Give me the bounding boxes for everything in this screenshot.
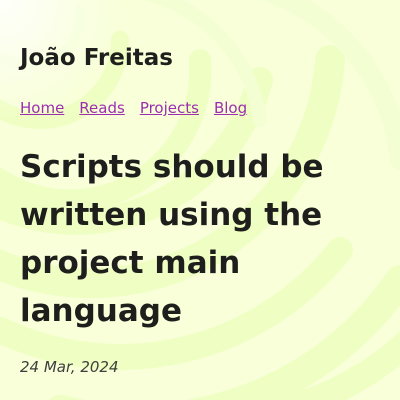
post-title: Scripts should be written using the proj… xyxy=(20,149,324,329)
nav-link-blog[interactable]: Blog xyxy=(214,98,247,118)
page: João Freitas Home Reads Projects Blog Sc… xyxy=(0,0,400,400)
nav-link-projects[interactable]: Projects xyxy=(140,98,199,118)
post-date: 24 Mar, 2024 xyxy=(20,358,119,376)
nav-link-reads[interactable]: Reads xyxy=(79,98,125,118)
site-title[interactable]: João Freitas xyxy=(20,42,173,74)
main-nav: Home Reads Projects Blog xyxy=(20,98,247,118)
nav-link-home[interactable]: Home xyxy=(20,98,64,118)
